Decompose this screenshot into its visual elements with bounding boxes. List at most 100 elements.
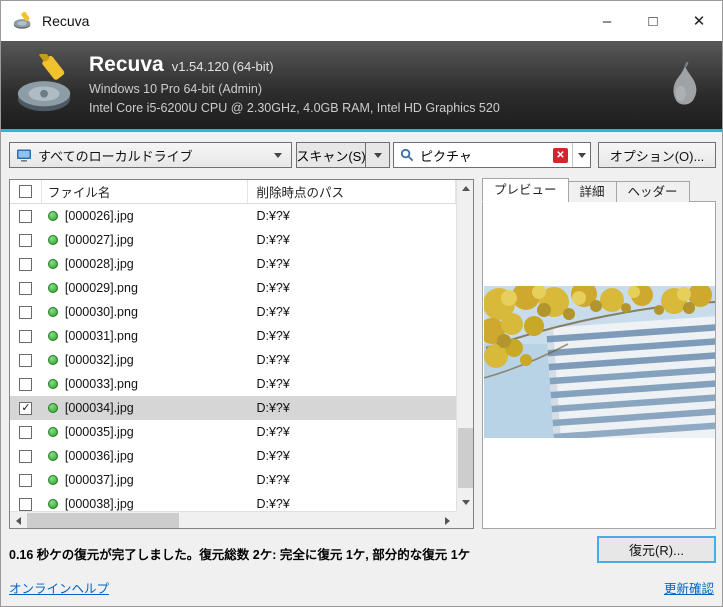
column-header-path[interactable]: 削除時点のパス	[248, 180, 456, 203]
row-checkbox[interactable]	[19, 497, 33, 511]
table-row[interactable]: [000038].jpg D:¥?¥	[10, 492, 456, 511]
window-title: Recuva	[42, 13, 90, 29]
banner-os-line: Windows 10 Pro 64-bit (Admin)	[89, 82, 262, 97]
filename-text: [000027].jpg	[64, 233, 134, 247]
banner-text: Recuva v1.54.120 (64-bit) Windows 10 Pro …	[89, 53, 500, 116]
path-cell: D:¥?¥	[256, 329, 290, 343]
drive-select[interactable]: すべてのローカルドライブ	[9, 142, 292, 168]
row-checkbox-cell	[10, 449, 42, 463]
filename-cell: [000032].jpg	[42, 353, 249, 367]
table-row[interactable]: [000037].jpg D:¥?¥	[10, 468, 456, 492]
scan-dropdown-arrow-icon[interactable]	[366, 142, 390, 168]
table-row[interactable]: [000030].png D:¥?¥	[10, 300, 456, 324]
table-row[interactable]: [000031].png D:¥?¥	[10, 324, 456, 348]
scan-split-button: スキャン(S)	[296, 142, 390, 168]
search-dropdown-arrow-icon[interactable]	[572, 143, 590, 167]
maximize-button[interactable]: □	[630, 1, 676, 41]
filename-text: [000031].png	[64, 329, 138, 343]
filename-cell: [000037].jpg	[42, 473, 249, 487]
table-row[interactable]: [000032].jpg D:¥?¥	[10, 348, 456, 372]
close-button[interactable]: ✕	[676, 1, 722, 41]
row-checkbox[interactable]	[19, 329, 33, 343]
chevron-down-icon[interactable]	[269, 143, 287, 167]
status-dot-green-icon	[47, 499, 58, 509]
horizontal-scrollbar-thumb[interactable]	[27, 513, 179, 528]
table-row[interactable]: [000029].png D:¥?¥	[10, 276, 456, 300]
toolbar: すべてのローカルドライブ スキャン(S) ピクチャ ✕ オプション(O)...	[1, 132, 722, 179]
row-checkbox[interactable]	[19, 425, 33, 439]
scroll-right-icon[interactable]	[439, 512, 456, 529]
table-row[interactable]: [000035].jpg D:¥?¥	[10, 420, 456, 444]
search-box[interactable]: ピクチャ ✕	[393, 142, 591, 168]
filename-cell: [000035].jpg	[42, 425, 249, 439]
update-check-link[interactable]: 更新確認	[664, 578, 714, 597]
tab-header[interactable]: ヘッダー	[615, 181, 690, 202]
status-dot-green-icon	[47, 475, 58, 485]
filename-text: [000033].png	[64, 377, 138, 391]
vertical-scrollbar[interactable]	[456, 180, 473, 511]
column-header-filename[interactable]: ファイル名	[42, 180, 249, 203]
banner-hw-line: Intel Core i5-6200U CPU @ 2.30GHz, 4.0GB…	[89, 100, 500, 115]
recuva-logo-icon	[15, 51, 77, 116]
scroll-left-icon[interactable]	[10, 512, 27, 529]
filename-cell: [000028].jpg	[42, 257, 249, 271]
select-all-checkbox[interactable]	[18, 185, 32, 198]
row-checkbox[interactable]	[19, 473, 33, 487]
row-checkbox-cell	[10, 257, 42, 271]
row-checkbox[interactable]	[19, 209, 33, 223]
filename-cell: [000036].jpg	[42, 449, 249, 463]
table-row[interactable]: [000033].png D:¥?¥	[10, 372, 456, 396]
row-checkbox[interactable]	[19, 353, 33, 367]
status-dot-green-icon	[47, 427, 58, 437]
row-checkbox-cell	[10, 209, 42, 223]
row-checkbox[interactable]	[19, 233, 33, 247]
status-dot-green-icon	[47, 259, 58, 269]
horizontal-scrollbar[interactable]	[10, 511, 456, 528]
tab-preview[interactable]: プレビュー	[482, 178, 569, 202]
recover-button[interactable]: 復元(R)...	[597, 536, 716, 563]
online-help-link[interactable]: オンラインヘルプ	[9, 578, 109, 597]
tab-details[interactable]: 詳細	[567, 181, 617, 202]
row-checkbox[interactable]	[19, 305, 33, 319]
row-checkbox[interactable]	[19, 449, 33, 463]
preview-tabs: プレビュー 詳細 ヘッダー	[482, 178, 690, 202]
table-row[interactable]: [000036].jpg D:¥?¥	[10, 444, 456, 468]
scan-button[interactable]: スキャン(S)	[296, 142, 366, 168]
options-button[interactable]: オプション(O)...	[598, 142, 716, 168]
table-row[interactable]: [000027].jpg D:¥?¥	[10, 228, 456, 252]
path-cell: D:¥?¥	[256, 305, 290, 319]
status-dot-green-icon	[47, 379, 58, 389]
table-row[interactable]: ✓ [000034].jpg D:¥?¥	[10, 396, 456, 420]
row-checkbox[interactable]	[19, 257, 33, 271]
recuva-app-icon	[12, 10, 34, 32]
status-dot-green-icon	[47, 331, 58, 341]
table-row[interactable]: [000028].jpg D:¥?¥	[10, 252, 456, 276]
filename-text: [000026].jpg	[64, 209, 134, 223]
minimize-button[interactable]: –	[584, 1, 630, 41]
list-header: ファイル名 削除時点のパス	[10, 180, 456, 204]
filename-text: [000037].jpg	[64, 473, 134, 487]
path-cell: D:¥?¥	[256, 425, 290, 439]
row-checkbox[interactable]	[19, 377, 33, 391]
table-row[interactable]: [000026].jpg D:¥?¥	[10, 204, 456, 228]
drive-select-value: すべてのローカルドライブ	[38, 148, 193, 164]
scroll-up-icon[interactable]	[457, 180, 474, 197]
drive-icon	[16, 147, 32, 163]
row-checkbox[interactable]: ✓	[19, 401, 33, 415]
filename-text: [000032].jpg	[64, 353, 134, 367]
scroll-down-icon[interactable]	[457, 494, 474, 511]
vertical-scrollbar-thumb[interactable]	[458, 428, 473, 488]
preview-panel: プレビュー 詳細 ヘッダー	[482, 178, 716, 529]
file-list-rows: [000026].jpg D:¥?¥ [000027].jpg D:¥?¥ [00002…	[10, 204, 456, 511]
search-input-value[interactable]: ピクチャ	[420, 146, 553, 165]
window-controls: – □ ✕	[584, 1, 722, 41]
preview-body	[482, 201, 716, 529]
filename-cell: [000027].jpg	[42, 233, 249, 247]
status-dot-green-icon	[47, 211, 58, 221]
banner-app-name: Recuva	[89, 53, 164, 77]
row-checkbox[interactable]	[19, 281, 33, 295]
select-all-checkbox-cell[interactable]	[10, 180, 42, 203]
status-dot-green-icon	[47, 235, 58, 245]
status-message: 0.16 秒ケの復元が完了しました。復元総数 2ケ: 完全に復元 1ケ, 部分的…	[9, 548, 471, 562]
clear-search-button[interactable]: ✕	[553, 147, 568, 163]
